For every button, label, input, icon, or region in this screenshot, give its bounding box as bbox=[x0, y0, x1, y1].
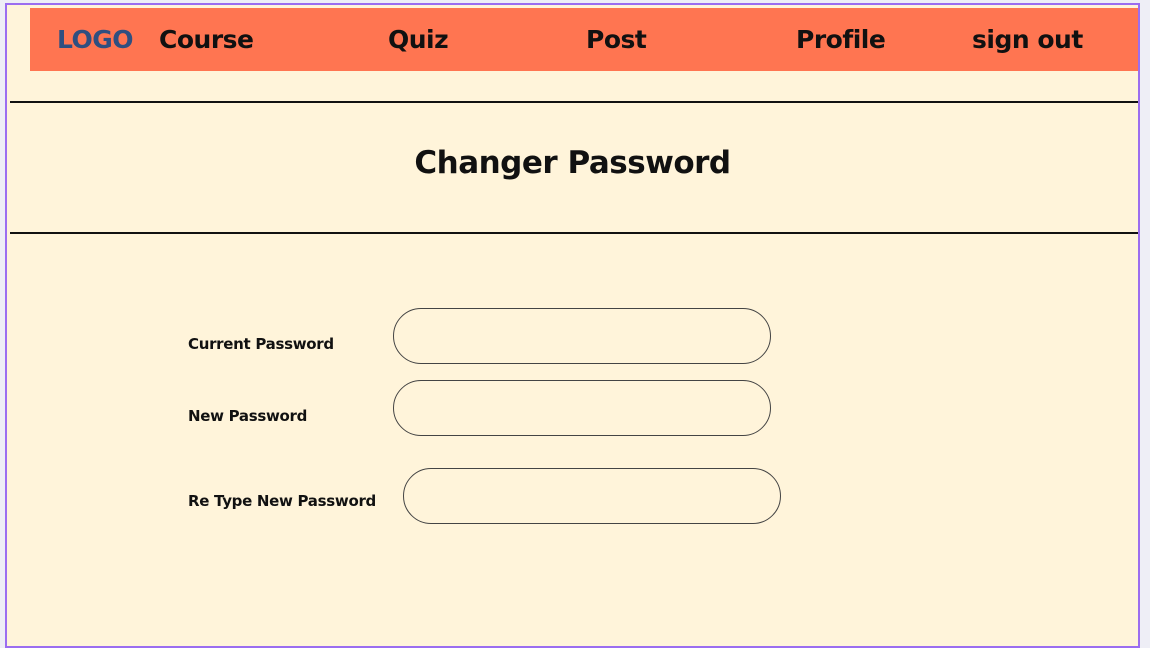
current-password-label: Current Password bbox=[188, 335, 334, 353]
logo[interactable]: LOGO bbox=[57, 27, 134, 52]
top-nav-bar: LOGO Course Quiz Post Profile sign out bbox=[30, 8, 1138, 71]
retype-password-input[interactable] bbox=[403, 468, 781, 524]
new-password-input[interactable] bbox=[393, 380, 771, 436]
current-password-input[interactable] bbox=[393, 308, 771, 364]
nav-link-course[interactable]: Course bbox=[159, 27, 254, 52]
header-divider-bottom bbox=[10, 232, 1138, 234]
nav-link-post[interactable]: Post bbox=[586, 27, 647, 52]
page-title: Changer Password bbox=[414, 145, 731, 181]
page-frame: LOGO Course Quiz Post Profile sign out C… bbox=[5, 3, 1140, 648]
nav-link-sign-out[interactable]: sign out bbox=[972, 27, 1083, 52]
new-password-label: New Password bbox=[188, 407, 308, 425]
nav-link-profile[interactable]: Profile bbox=[796, 27, 886, 52]
retype-password-label: Re Type New Password bbox=[188, 492, 376, 510]
header-divider-top bbox=[10, 101, 1138, 103]
nav-link-quiz[interactable]: Quiz bbox=[388, 27, 449, 52]
